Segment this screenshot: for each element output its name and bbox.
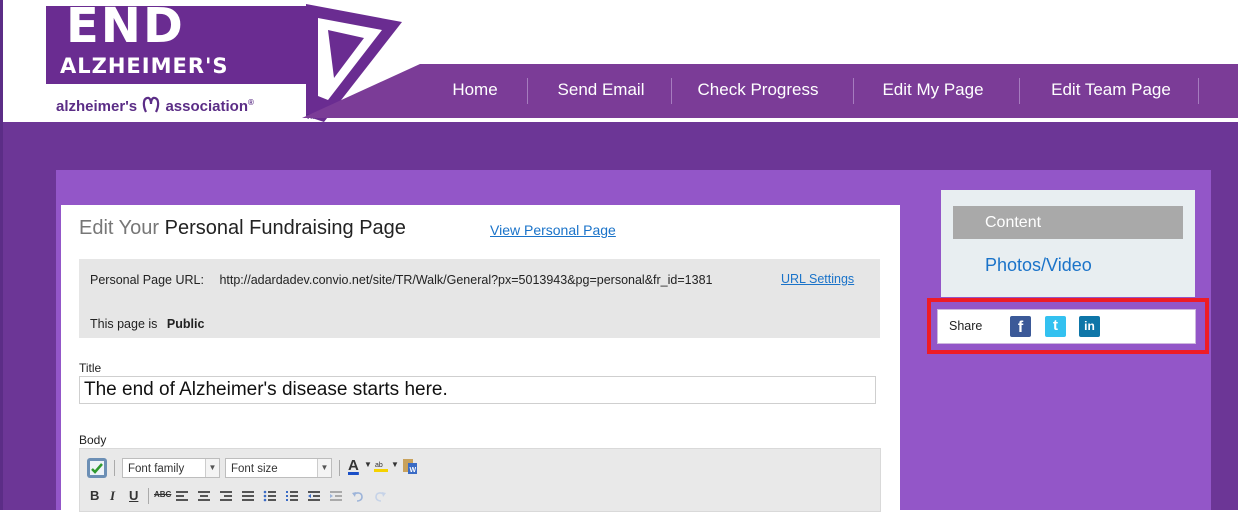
align-justify-icon[interactable] (241, 489, 255, 503)
page-visibility: This page is Public (90, 317, 204, 331)
nav-home[interactable]: Home (436, 64, 514, 118)
chevron-down-icon: ▼ (205, 459, 219, 477)
page-url-label: Personal Page URL: (90, 273, 204, 287)
logo-association-text: alzheimer's association® (56, 96, 254, 115)
undo-icon[interactable] (351, 489, 365, 503)
title-input[interactable] (79, 376, 876, 404)
chevron-down-icon[interactable]: ▼ (391, 460, 399, 469)
toolbar-separator (339, 460, 340, 476)
page-url-value: http://adardadev.convio.net/site/TR/Walk… (219, 273, 713, 287)
page-visibility-label: This page is (90, 317, 158, 331)
chevron-down-icon: ▼ (317, 459, 331, 477)
url-settings-link[interactable]: URL Settings (781, 272, 854, 286)
nav-check-progress[interactable]: Check Progress (678, 64, 838, 118)
page-title: Edit Your Personal Fundraising Page (79, 217, 406, 240)
nav-separator (527, 78, 528, 104)
bold-button[interactable]: B (90, 488, 99, 503)
page-url-row: Personal Page URL: http://adardadev.conv… (90, 272, 740, 288)
spellcheck-button[interactable]: ABC (154, 490, 171, 499)
nav-edit-team-page[interactable]: Edit Team Page (1030, 64, 1192, 118)
share-bar: Share f t in (937, 309, 1196, 344)
align-left-icon[interactable] (175, 489, 189, 503)
outdent-icon[interactable] (307, 489, 321, 503)
bullet-list-icon[interactable] (263, 489, 277, 503)
nav-separator (1198, 78, 1199, 104)
font-size-select[interactable]: Font size ▼ (225, 458, 332, 478)
page-title-light: Edit Your (79, 217, 160, 239)
template-icon[interactable] (86, 457, 108, 479)
sidebar-menu: Content Photos/Video (941, 190, 1195, 297)
registered-mark: ® (247, 98, 254, 107)
left-border-line (0, 0, 3, 510)
sidebar-item-photos-video[interactable]: Photos/Video (985, 255, 1092, 276)
title-label: Title (79, 361, 102, 375)
share-label: Share (949, 319, 983, 333)
edit-page-panel: Edit Your Personal Fundraising Page View… (61, 205, 900, 512)
svg-text:ab: ab (375, 462, 383, 469)
facebook-icon[interactable]: f (1010, 316, 1031, 337)
align-right-icon[interactable] (219, 489, 233, 503)
highlight-color-icon[interactable]: ab (374, 459, 388, 473)
logo-end-text: END (66, 0, 185, 54)
underline-button[interactable]: U (129, 488, 138, 503)
font-family-select[interactable]: Font family ▼ (122, 458, 220, 478)
nav-separator (1019, 78, 1020, 104)
toolbar-separator (114, 460, 115, 476)
logo-association-right: association (165, 98, 248, 115)
redo-icon[interactable] (373, 489, 387, 503)
chevron-down-icon[interactable]: ▼ (364, 460, 372, 469)
rich-text-editor-toolbar: Font family ▼ Font size ▼ A ▼ ab ▼ W B I… (79, 448, 881, 512)
main-nav-bar: Home Send Email Check Progress Edit My P… (302, 64, 1238, 118)
nav-separator (853, 78, 854, 104)
twitter-icon[interactable]: t (1045, 316, 1066, 337)
nav-send-email[interactable]: Send Email (538, 64, 664, 118)
nav-bar-wedge (302, 64, 420, 118)
align-center-icon[interactable] (197, 489, 211, 503)
nav-edit-my-page[interactable]: Edit My Page (864, 64, 1002, 118)
page-visibility-value: Public (166, 317, 205, 331)
italic-button[interactable]: I (110, 488, 115, 504)
linkedin-icon[interactable]: in (1079, 316, 1100, 337)
indent-icon[interactable] (329, 489, 343, 503)
svg-text:W: W (410, 467, 417, 474)
nav-separator (671, 78, 672, 104)
numbered-list-icon[interactable] (285, 489, 299, 503)
logo-association-left: alzheimer's (56, 98, 138, 115)
text-color-icon[interactable]: A (348, 457, 359, 474)
font-family-value: Font family (128, 463, 185, 475)
logo-alzheimers-text: ALZHEIMER'S (60, 54, 229, 78)
paste-word-icon[interactable]: W (402, 457, 418, 475)
body-label: Body (79, 433, 107, 447)
toolbar-separator (148, 488, 149, 504)
sidebar-item-content[interactable]: Content (953, 206, 1183, 239)
font-size-value: Font size (231, 463, 278, 475)
view-personal-page-link[interactable]: View Personal Page (490, 222, 616, 238)
page-url-box: Personal Page URL: http://adardadev.conv… (79, 259, 880, 338)
purple-ribbon-icon (141, 96, 161, 113)
page-title-strong: Personal Fundraising Page (164, 217, 406, 239)
